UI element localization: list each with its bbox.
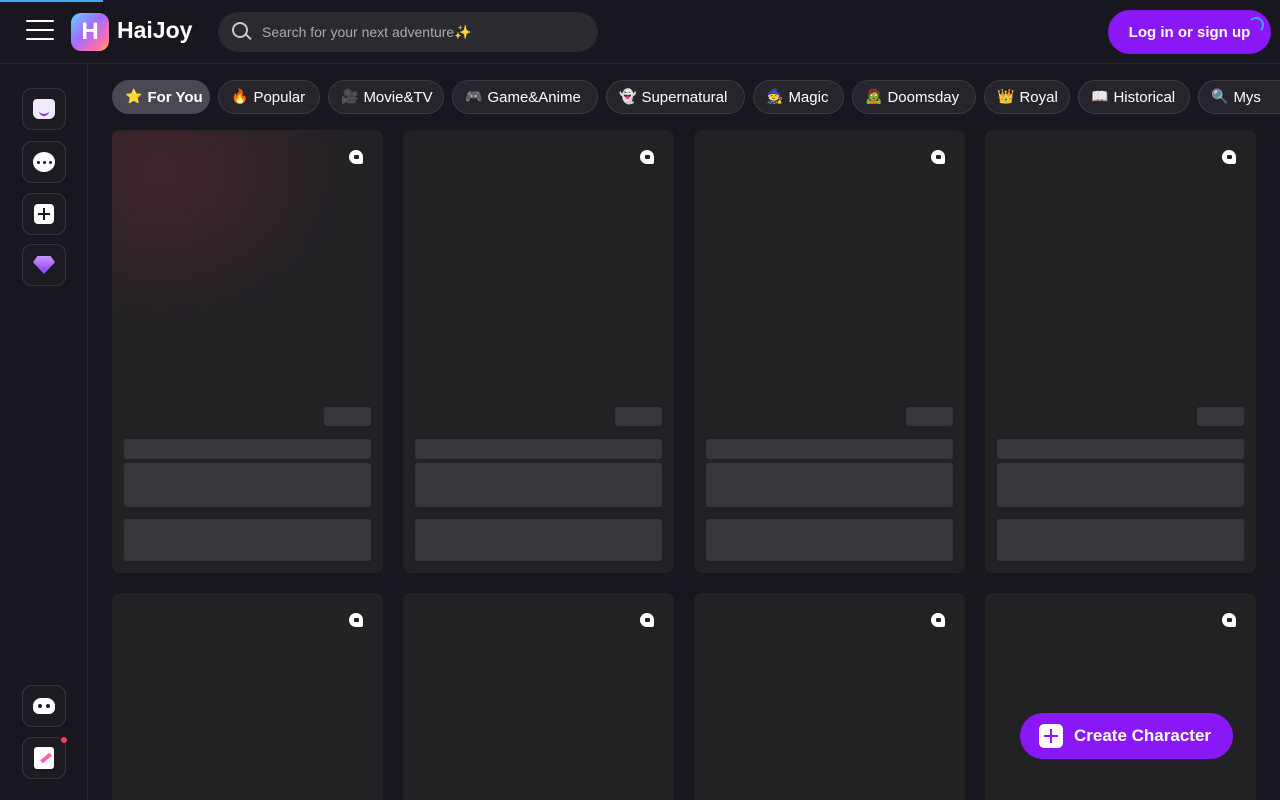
tab-movie-tv[interactable]: 🎥 Movie&TV bbox=[328, 80, 444, 114]
character-card[interactable] bbox=[694, 593, 965, 800]
skeleton-description bbox=[124, 463, 371, 507]
tab-royal[interactable]: 👑 Royal bbox=[984, 80, 1070, 114]
character-card[interactable] bbox=[694, 130, 965, 573]
helmet-icon bbox=[349, 150, 363, 164]
tab-doomsday[interactable]: 🧟 Doomsday bbox=[852, 80, 976, 114]
skeleton-badge bbox=[324, 407, 371, 426]
helmet-icon bbox=[640, 613, 654, 627]
tab-popular[interactable]: 🔥 Popular bbox=[218, 80, 320, 114]
character-card[interactable] bbox=[403, 130, 674, 573]
sidebar-item-premium[interactable] bbox=[22, 244, 66, 286]
helmet-icon bbox=[640, 150, 654, 164]
character-card[interactable] bbox=[985, 130, 1256, 573]
notes-icon bbox=[34, 747, 54, 769]
sidebar-item-notes[interactable] bbox=[22, 737, 66, 779]
skeleton-title bbox=[415, 439, 662, 459]
character-card[interactable] bbox=[403, 593, 674, 800]
app-name[interactable]: HaiJoy bbox=[117, 17, 192, 44]
skeleton-footer bbox=[415, 519, 662, 561]
plus-square-icon bbox=[34, 204, 54, 224]
page-loading-bar bbox=[0, 0, 103, 2]
skeleton-description bbox=[415, 463, 662, 507]
chat-icon bbox=[33, 152, 55, 172]
category-tabs: ⭐ For You 🔥 Popular 🎥 Movie&TV 🎮 Game&Anime … bbox=[112, 80, 1280, 116]
helmet-icon bbox=[931, 613, 945, 627]
tab-game-anime[interactable]: 🎮 Game&Anime bbox=[452, 80, 598, 114]
login-button[interactable]: Log in or sign up bbox=[1108, 10, 1271, 54]
plus-icon bbox=[1039, 724, 1063, 748]
search-input[interactable] bbox=[262, 24, 582, 40]
skeleton-footer bbox=[124, 519, 371, 561]
tab-for-you[interactable]: ⭐ For You bbox=[112, 80, 210, 114]
tab-supernatural[interactable]: 👻 Supernatural bbox=[606, 80, 745, 114]
skeleton-title bbox=[124, 439, 371, 459]
notification-dot bbox=[61, 737, 67, 743]
character-card[interactable] bbox=[985, 593, 1256, 800]
tab-magic[interactable]: 🧙 Magic bbox=[753, 80, 844, 114]
skeleton-description bbox=[706, 463, 953, 507]
sidebar bbox=[0, 64, 88, 800]
tab-historical[interactable]: 📖 Historical bbox=[1078, 80, 1190, 114]
tab-mystery[interactable]: 🔍 Mys bbox=[1198, 80, 1280, 114]
sidebar-item-create[interactable] bbox=[22, 193, 66, 235]
skeleton-description bbox=[997, 463, 1244, 507]
gem-icon bbox=[33, 256, 55, 274]
helmet-icon bbox=[1222, 150, 1236, 164]
skeleton-title bbox=[706, 439, 953, 459]
search-icon bbox=[232, 22, 252, 42]
menu-icon[interactable] bbox=[26, 20, 54, 42]
home-icon bbox=[33, 99, 55, 119]
skeleton-footer bbox=[706, 519, 953, 561]
logo-icon[interactable]: H bbox=[71, 13, 109, 51]
character-card[interactable] bbox=[112, 593, 383, 800]
create-character-button[interactable]: Create Character bbox=[1020, 713, 1233, 759]
skeleton-footer bbox=[997, 519, 1244, 561]
top-bar: H HaiJoy Log in or sign up bbox=[0, 0, 1280, 64]
loading-spinner-icon bbox=[1248, 17, 1264, 33]
sidebar-item-chat[interactable] bbox=[22, 141, 66, 183]
skeleton-badge bbox=[906, 407, 953, 426]
sidebar-item-home[interactable] bbox=[22, 88, 66, 130]
skeleton-title bbox=[997, 439, 1244, 459]
skeleton-badge bbox=[615, 407, 662, 426]
helmet-icon bbox=[1222, 613, 1236, 627]
helmet-icon bbox=[931, 150, 945, 164]
discord-icon bbox=[33, 698, 55, 714]
search-bar[interactable] bbox=[218, 12, 598, 52]
character-card[interactable] bbox=[112, 130, 383, 573]
skeleton-badge bbox=[1197, 407, 1244, 426]
sidebar-item-discord[interactable] bbox=[22, 685, 66, 727]
helmet-icon bbox=[349, 613, 363, 627]
